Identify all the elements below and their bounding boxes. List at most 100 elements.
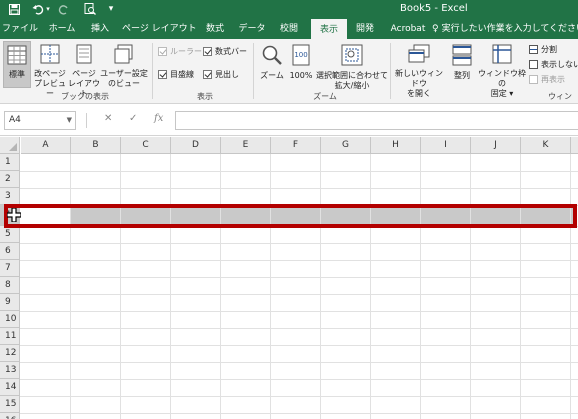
formula-bar-separator <box>86 113 87 128</box>
column-header[interactable]: K <box>521 137 571 154</box>
tab-insert[interactable]: 挿入 <box>86 19 114 39</box>
column-header[interactable]: H <box>371 137 421 154</box>
gridline <box>20 311 578 312</box>
row-header[interactable]: 8 <box>0 277 20 294</box>
column-header[interactable]: C <box>121 137 171 154</box>
group-separator <box>253 43 254 99</box>
zoom-to-selection-button[interactable]: 選択範囲に合わせて 拡大/縮小 <box>316 41 388 90</box>
worksheet-grid[interactable]: A B C D E F G H I J K 1 2 3 4 5 6 7 8 9 … <box>0 137 578 419</box>
tab-formulas[interactable]: 数式 <box>200 19 230 39</box>
new-window-button[interactable]: 新しいウィンドウ を開く <box>393 41 445 98</box>
gridline <box>520 154 521 419</box>
hide-window-button[interactable]: 表示しない <box>529 59 578 70</box>
save-icon[interactable] <box>6 2 22 16</box>
column-header-partial[interactable] <box>571 137 578 154</box>
column-header[interactable]: I <box>421 137 471 154</box>
row-header[interactable]: 14 <box>0 379 20 396</box>
tab-data[interactable]: データ <box>236 19 268 39</box>
column-header[interactable]: J <box>471 137 521 154</box>
enter-icon[interactable]: ✓ <box>129 113 137 124</box>
freeze-panes-button[interactable]: ウィンドウ枠の 固定 ▾ <box>477 41 527 98</box>
formula-bar-checkbox[interactable]: 数式バー <box>203 46 247 57</box>
gridline <box>270 154 271 419</box>
row-header[interactable]: 16 <box>0 413 20 419</box>
headings-checkbox[interactable]: 見出し <box>203 69 239 80</box>
custom-views-button[interactable]: ユーザー設定 のビュー <box>100 41 148 88</box>
gridline <box>470 154 471 419</box>
gridline <box>20 379 578 380</box>
column-header[interactable]: E <box>221 137 271 154</box>
headings-label: 見出し <box>215 70 239 79</box>
custom-views-icon <box>100 44 148 67</box>
cancel-icon[interactable]: ✕ <box>104 113 112 124</box>
row-header[interactable]: 13 <box>0 362 20 379</box>
redo-icon[interactable] <box>56 2 72 16</box>
row-header[interactable]: 11 <box>0 328 20 345</box>
gridline <box>120 154 121 419</box>
formula-bar-check <box>203 47 212 56</box>
tab-home[interactable]: ホーム <box>44 19 80 39</box>
unhide-window-button[interactable]: 再表示 <box>529 74 565 85</box>
customize-quick-access-icon[interactable]: ▾ <box>103 2 119 16</box>
tab-acrobat[interactable]: Acrobat <box>386 19 430 39</box>
name-box[interactable]: A4 ▼ <box>4 111 76 130</box>
select-all-button[interactable] <box>0 137 20 154</box>
row-header[interactable]: 15 <box>0 396 20 413</box>
gridline <box>420 154 421 419</box>
row-header[interactable]: 3 <box>0 188 20 205</box>
zoom-100-button[interactable]: 100 100% <box>288 41 314 88</box>
chevron-down-icon[interactable]: ▼ <box>67 112 72 129</box>
column-header[interactable]: F <box>271 137 321 154</box>
tab-page-layout[interactable]: ページ レイアウト <box>122 19 197 39</box>
row-header[interactable]: 9 <box>0 294 20 311</box>
row-header[interactable]: 10 <box>0 311 20 328</box>
print-preview-icon[interactable] <box>82 2 98 16</box>
title-bar: ▾ ▾ Book5 - Excel <box>0 0 578 19</box>
normal-view-icon <box>4 45 30 68</box>
freeze-panes-label-2: 固定 ▾ <box>490 89 514 98</box>
page-layout-view-button[interactable]: ページ レイアウト <box>68 41 100 98</box>
gridlines-label: 目盛線 <box>170 70 194 79</box>
undo-dropdown-icon[interactable]: ▾ <box>44 2 52 16</box>
insert-function-icon[interactable]: fx <box>154 113 163 124</box>
select-all-triangle-icon <box>9 143 17 151</box>
tab-view[interactable]: 表示 <box>311 19 347 39</box>
split-button[interactable]: 分割 <box>529 44 557 55</box>
formula-bar: A4 ▼ ✕ ✓ fx <box>0 104 578 136</box>
zoom-group-label: ズーム <box>313 92 337 101</box>
lightbulb-icon: ♀ <box>432 24 439 34</box>
tab-file[interactable]: ファイル <box>2 19 38 39</box>
tab-developer[interactable]: 開発 <box>350 19 380 39</box>
zoom-label: ズーム <box>260 71 284 80</box>
tell-me-box[interactable]: ♀実行したい作業を入力してください... <box>432 19 578 39</box>
gridline <box>20 413 578 414</box>
gridline <box>20 345 578 346</box>
column-header[interactable]: G <box>321 137 371 154</box>
ruler-label: ルーラー <box>170 47 202 56</box>
gridline <box>20 362 578 363</box>
column-header[interactable]: B <box>71 137 121 154</box>
formula-bar-label: 数式バー <box>215 47 247 56</box>
page-break-preview-button[interactable]: 改ページ プレビュー <box>33 41 67 98</box>
row-header[interactable]: 12 <box>0 345 20 362</box>
normal-view-button[interactable]: 標準 <box>3 41 31 88</box>
ruler-checkbox[interactable]: ルーラー <box>158 46 202 57</box>
gridlines-checkbox[interactable]: 目盛線 <box>158 69 194 80</box>
row-header[interactable]: 5 <box>0 226 20 243</box>
tab-review[interactable]: 校閲 <box>274 19 304 39</box>
column-header[interactable]: A <box>21 137 71 154</box>
page-layout-view-icon <box>68 44 100 67</box>
row-header[interactable]: 2 <box>0 171 20 188</box>
gridline <box>20 277 578 278</box>
arrange-all-icon <box>448 44 476 69</box>
arrange-all-button[interactable]: 整列 <box>448 41 476 88</box>
column-header[interactable]: D <box>171 137 221 154</box>
custom-views-label-2: のビュー <box>108 79 140 88</box>
row-header[interactable]: 6 <box>0 243 20 260</box>
formula-input[interactable] <box>175 111 578 130</box>
zoom-button[interactable]: ズーム <box>258 41 286 88</box>
row-header[interactable]: 7 <box>0 260 20 277</box>
cell-select-cursor-icon <box>6 207 22 223</box>
custom-views-label-1: ユーザー設定 <box>100 69 148 78</box>
row-header[interactable]: 1 <box>0 154 20 171</box>
